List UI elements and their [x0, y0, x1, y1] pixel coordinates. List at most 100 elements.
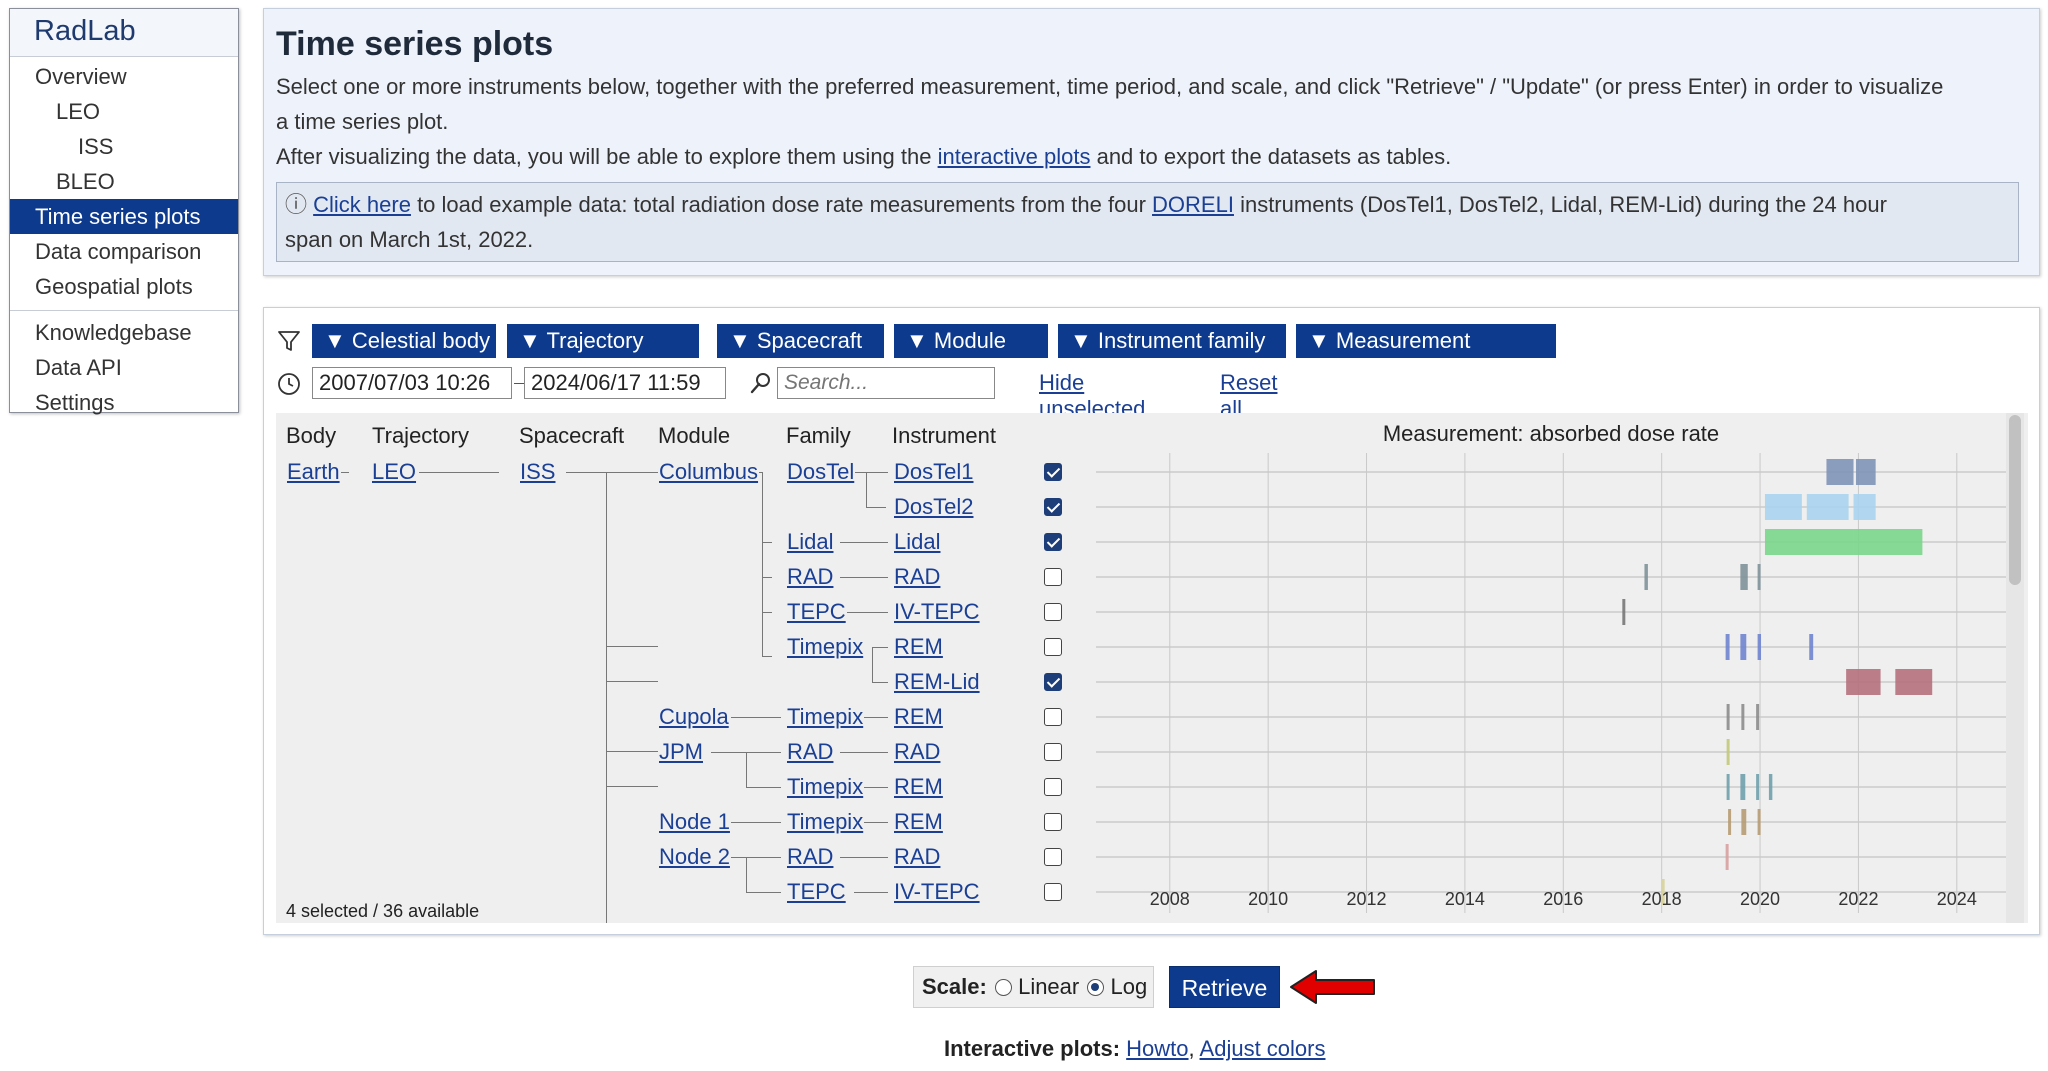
- instrument-checkbox[interactable]: [1044, 883, 1062, 901]
- instrument-link[interactable]: DosTel2: [893, 494, 975, 520]
- measurement-filter-button[interactable]: ▼ Measurement: [1296, 324, 1556, 358]
- scrollbar-thumb[interactable]: [2009, 415, 2021, 585]
- module-filter-button[interactable]: ▼ Module: [894, 324, 1048, 358]
- data-coverage-bar[interactable]: [1726, 739, 1730, 765]
- family-link-rad[interactable]: RAD: [786, 844, 835, 870]
- module-link-cupola[interactable]: Cupola: [658, 704, 730, 730]
- data-coverage-bar[interactable]: [1855, 459, 1876, 485]
- instrument-link[interactable]: REM: [893, 774, 944, 800]
- data-coverage-bar[interactable]: [1740, 774, 1746, 800]
- sidebar-item-data-api[interactable]: Data API: [10, 350, 238, 385]
- instrument-checkbox[interactable]: [1044, 533, 1062, 551]
- data-coverage-bar[interactable]: [1740, 564, 1748, 590]
- instrument-checkbox[interactable]: [1044, 778, 1062, 796]
- brand-title[interactable]: RadLab: [10, 9, 238, 57]
- data-coverage-bar[interactable]: [1622, 599, 1626, 625]
- sidebar-item-geospatial-plots[interactable]: Geospatial plots: [10, 269, 238, 304]
- data-coverage-bar[interactable]: [1756, 774, 1760, 800]
- data-coverage-bar[interactable]: [1725, 844, 1729, 870]
- family-link-tepc[interactable]: TEPC: [786, 879, 847, 905]
- date-from-input[interactable]: [312, 367, 512, 399]
- data-coverage-bar[interactable]: [1757, 634, 1762, 660]
- data-coverage-bar[interactable]: [1740, 634, 1747, 660]
- celestial-body-filter-button[interactable]: ▼ Celestial body: [312, 324, 496, 358]
- data-coverage-bar[interactable]: [1809, 634, 1814, 660]
- instrument-checkbox[interactable]: [1044, 463, 1062, 481]
- data-coverage-bar[interactable]: [1756, 704, 1760, 730]
- data-coverage-bar[interactable]: [1846, 669, 1881, 695]
- retrieve-button[interactable]: Retrieve: [1169, 966, 1280, 1008]
- instrument-checkbox[interactable]: [1044, 568, 1062, 586]
- instrument-checkbox[interactable]: [1044, 708, 1062, 726]
- instrument-checkbox[interactable]: [1044, 603, 1062, 621]
- sidebar-item-overview[interactable]: Overview: [10, 59, 238, 94]
- sidebar-item-time-series-plots[interactable]: Time series plots: [10, 199, 238, 234]
- module-link-jpm[interactable]: JPM: [658, 739, 704, 765]
- data-coverage-bar[interactable]: [1726, 774, 1730, 800]
- instrument-checkbox[interactable]: [1044, 848, 1062, 866]
- doreli-link[interactable]: DORELI: [1152, 192, 1234, 217]
- module-link-node-1[interactable]: Node 1: [658, 809, 731, 835]
- family-link-rad[interactable]: RAD: [786, 564, 835, 590]
- adjust-colors-link[interactable]: Adjust colors: [1200, 1036, 1326, 1061]
- spacecraft-filter-button[interactable]: ▼ Spacecraft: [717, 324, 884, 358]
- family-link-timepix[interactable]: Timepix: [786, 634, 865, 660]
- data-coverage-bar[interactable]: [1726, 704, 1730, 730]
- instrument-link[interactable]: RAD: [893, 564, 942, 590]
- instrument-family-filter-button[interactable]: ▼ Instrument family: [1058, 324, 1286, 358]
- family-link-timepix[interactable]: Timepix: [786, 809, 865, 835]
- interactive-plots-link[interactable]: interactive plots: [938, 144, 1091, 169]
- instrument-link[interactable]: RAD: [893, 739, 942, 765]
- data-coverage-bar[interactable]: [1728, 809, 1732, 835]
- instrument-checkbox[interactable]: [1044, 813, 1062, 831]
- data-coverage-bar[interactable]: [1764, 494, 1802, 520]
- sidebar-item-settings[interactable]: Settings: [10, 385, 238, 420]
- spacecraft-link-iss[interactable]: ISS: [519, 459, 557, 485]
- log-label[interactable]: Log: [1110, 974, 1147, 999]
- trajectory-filter-button[interactable]: ▼ Trajectory: [507, 324, 699, 358]
- instrument-checkbox[interactable]: [1044, 498, 1062, 516]
- date-to-input[interactable]: [524, 367, 726, 399]
- instrument-link[interactable]: Lidal: [893, 529, 942, 555]
- family-link-tepc[interactable]: TEPC: [786, 599, 847, 625]
- click-here-link[interactable]: Click here: [313, 192, 411, 217]
- trajectory-link-leo[interactable]: LEO: [371, 459, 418, 485]
- instrument-link[interactable]: REM: [893, 704, 944, 730]
- instrument-checkbox[interactable]: [1044, 638, 1062, 656]
- data-coverage-bar[interactable]: [1764, 529, 1854, 555]
- instrument-link[interactable]: REM: [893, 809, 944, 835]
- linear-label[interactable]: Linear: [1018, 974, 1079, 999]
- instrument-checkbox[interactable]: [1044, 673, 1062, 691]
- instrument-link[interactable]: REM: [893, 634, 944, 660]
- family-link-lidal[interactable]: Lidal: [786, 529, 835, 555]
- family-link-timepix[interactable]: Timepix: [786, 704, 865, 730]
- sidebar-item-leo[interactable]: LEO: [10, 94, 238, 129]
- data-coverage-bar[interactable]: [1757, 809, 1761, 835]
- data-coverage-bar[interactable]: [1853, 529, 1923, 555]
- data-coverage-bar[interactable]: [1806, 494, 1849, 520]
- search-input[interactable]: [777, 367, 995, 399]
- sidebar-item-knowledgebase[interactable]: Knowledgebase: [10, 315, 238, 350]
- module-link-columbus[interactable]: Columbus: [658, 459, 760, 485]
- instrument-link[interactable]: REM-Lid: [893, 669, 981, 695]
- data-coverage-bar[interactable]: [1741, 809, 1747, 835]
- instrument-link[interactable]: DosTel1: [893, 459, 975, 485]
- data-coverage-bar[interactable]: [1644, 564, 1648, 590]
- sidebar-item-data-comparison[interactable]: Data comparison: [10, 234, 238, 269]
- grid-scrollbar[interactable]: [2006, 413, 2024, 923]
- instrument-checkbox[interactable]: [1044, 743, 1062, 761]
- sidebar-item-bleo[interactable]: BLEO: [10, 164, 238, 199]
- linear-radio[interactable]: [994, 979, 1012, 996]
- family-link-timepix[interactable]: Timepix: [786, 774, 865, 800]
- instrument-link[interactable]: IV-TEPC: [893, 599, 981, 625]
- data-coverage-bar[interactable]: [1768, 774, 1773, 800]
- data-coverage-bar[interactable]: [1826, 459, 1854, 485]
- instrument-link[interactable]: RAD: [893, 844, 942, 870]
- module-link-node-2[interactable]: Node 2: [658, 844, 731, 870]
- family-link-dostel[interactable]: DosTel: [786, 459, 856, 485]
- data-coverage-bar[interactable]: [1895, 669, 1933, 695]
- data-coverage-bar[interactable]: [1757, 564, 1761, 590]
- family-link-rad[interactable]: RAD: [786, 739, 835, 765]
- sidebar-item-iss[interactable]: ISS: [10, 129, 238, 164]
- log-radio[interactable]: [1087, 979, 1105, 996]
